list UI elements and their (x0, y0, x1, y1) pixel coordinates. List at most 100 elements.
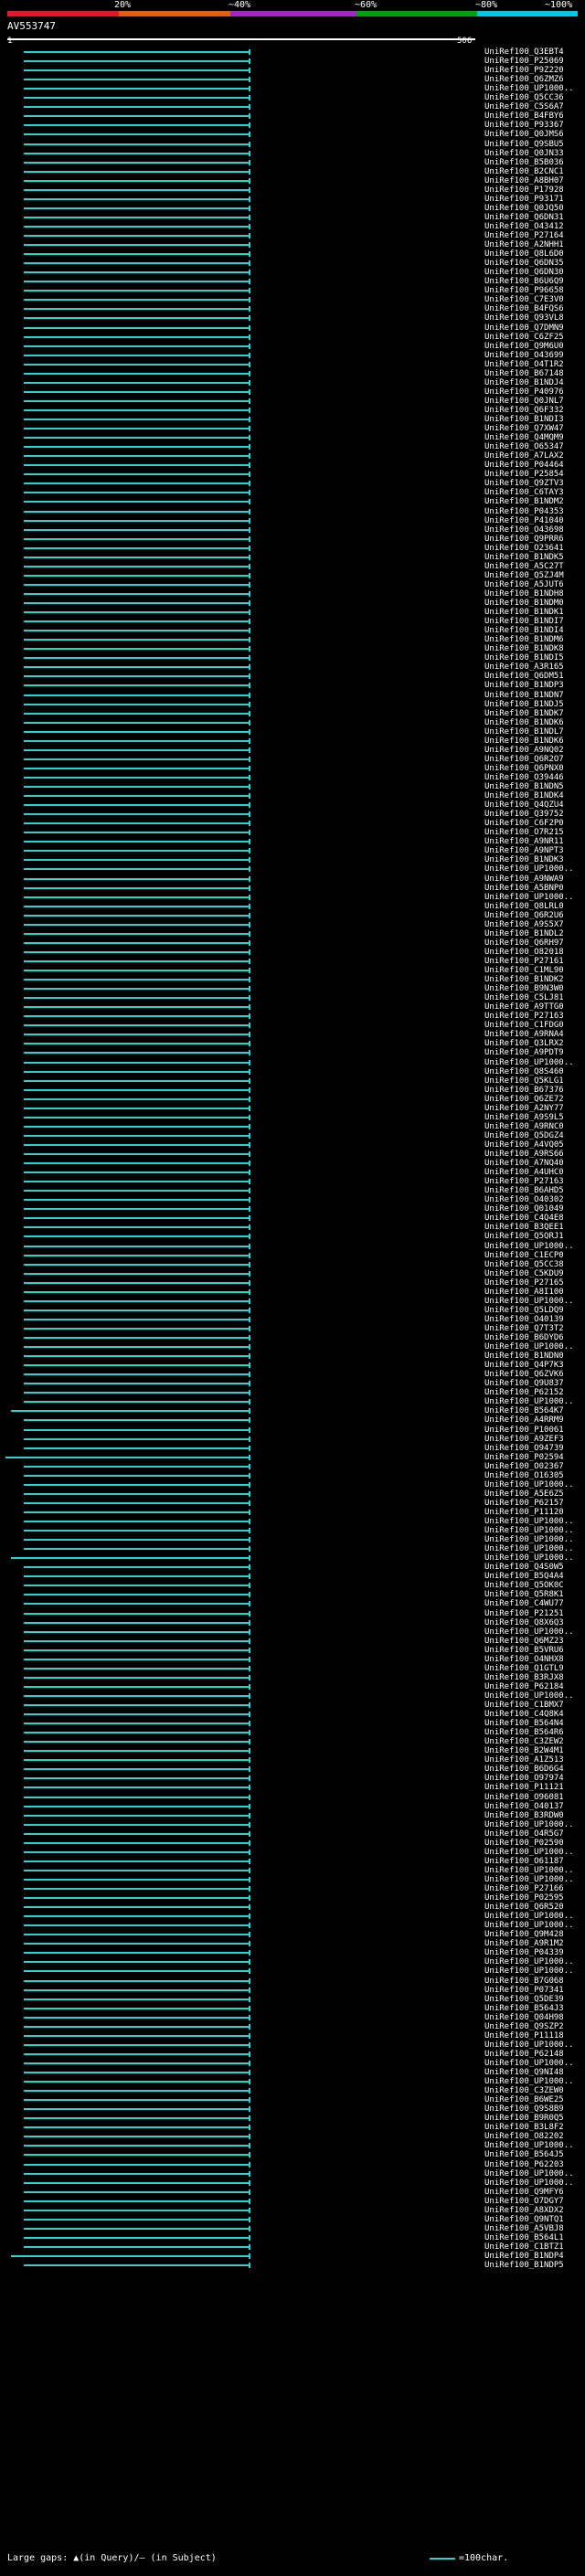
hit-label[interactable]: UniRef100_Q6DN30 (484, 268, 564, 277)
hit-row[interactable]: UniRef100_B9N3W0 (0, 984, 585, 993)
hit-label[interactable]: UniRef100_C3ZEW0 (484, 2086, 564, 2095)
hit-label[interactable]: UniRef100_B564L1 (484, 2233, 564, 2242)
hit-row[interactable]: UniRef100_B1NDL2 (0, 929, 585, 938)
hit-label[interactable]: UniRef100_O02367 (484, 1462, 564, 1471)
hit-label[interactable]: UniRef100_P02590 (484, 1839, 564, 1848)
hit-row[interactable]: UniRef100_Q5LDQ9 (0, 1306, 585, 1315)
hit-row[interactable]: UniRef100_B9R0Q5 (0, 2114, 585, 2123)
hit-row[interactable]: UniRef100_UP1000.. (0, 1912, 585, 1921)
hit-label[interactable]: UniRef100_B1NDI5 (484, 653, 564, 663)
hit-row[interactable]: UniRef100_P27166 (0, 1884, 585, 1893)
hit-row[interactable]: UniRef100_A9RNA4 (0, 1030, 585, 1039)
hit-label[interactable]: UniRef100_B564R6 (484, 1728, 564, 1737)
hit-label[interactable]: UniRef100_B1NDJ4 (484, 378, 564, 387)
hit-label[interactable]: UniRef100_O4T1R2 (484, 360, 564, 369)
hit-row[interactable]: UniRef100_B1NDM2 (0, 497, 585, 506)
hit-row[interactable]: UniRef100_B1NDK6 (0, 737, 585, 746)
hit-row[interactable]: UniRef100_C4Q8K4 (0, 1710, 585, 1719)
hit-row[interactable]: UniRef100_B7G068 (0, 1977, 585, 1986)
hit-label[interactable]: UniRef100_O4R5G7 (484, 1829, 564, 1839)
hit-row[interactable]: UniRef100_Q0JN33 (0, 149, 585, 158)
hit-row[interactable]: UniRef100_A4VQ05 (0, 1140, 585, 1150)
hit-label[interactable]: UniRef100_UP1000.. (484, 1820, 574, 1829)
hit-row[interactable]: UniRef100_B564K7 (0, 1406, 585, 1415)
hit-label[interactable]: UniRef100_A9ZEF3 (484, 1435, 564, 1444)
hit-label[interactable]: UniRef100_B3QEE1 (484, 1223, 564, 1232)
hit-row[interactable]: UniRef100_A9NWA9 (0, 875, 585, 884)
hit-row[interactable]: UniRef100_P02595 (0, 1893, 585, 1903)
hit-row[interactable]: UniRef100_Q8LRL0 (0, 902, 585, 911)
hit-row[interactable]: UniRef100_UP1000.. (0, 2041, 585, 2050)
hit-row[interactable]: UniRef100_UP1000.. (0, 1866, 585, 1875)
hit-label[interactable]: UniRef100_A9RNA4 (484, 1030, 564, 1039)
hit-label[interactable]: UniRef100_B564N4 (484, 1719, 564, 1728)
hit-row[interactable]: UniRef100_A8BH07 (0, 176, 585, 186)
hit-label[interactable]: UniRef100_B1NDN7 (484, 691, 564, 700)
hit-row[interactable]: UniRef100_Q9MFY6 (0, 2188, 585, 2197)
hit-label[interactable]: UniRef100_Q4P7K3 (484, 1361, 564, 1370)
hit-label[interactable]: UniRef100_UP1000.. (484, 864, 574, 874)
hit-label[interactable]: UniRef100_P25854 (484, 470, 564, 479)
hit-row[interactable]: UniRef100_C4Q4E8 (0, 1214, 585, 1223)
hit-row[interactable]: UniRef100_P27161 (0, 957, 585, 966)
hit-label[interactable]: UniRef100_B6WE25 (484, 2095, 564, 2104)
hit-label[interactable]: UniRef100_Q9SZP2 (484, 2022, 564, 2031)
hit-row[interactable]: UniRef100_UP1000.. (0, 1966, 585, 1976)
hit-row[interactable]: UniRef100_UP1000.. (0, 1526, 585, 1535)
hit-row[interactable]: UniRef100_Q9U837 (0, 1379, 585, 1388)
hit-label[interactable]: UniRef100_UP1000.. (484, 1517, 574, 1526)
hit-label[interactable]: UniRef100_B564K7 (484, 1406, 564, 1415)
hit-label[interactable]: UniRef100_Q9S8B9 (484, 2104, 564, 2114)
hit-row[interactable]: UniRef100_B6D6G4 (0, 1765, 585, 1774)
hit-label[interactable]: UniRef100_UP1000.. (484, 84, 574, 93)
hit-row[interactable]: UniRef100_UP1000.. (0, 1517, 585, 1526)
hit-label[interactable]: UniRef100_Q6PNX0 (484, 764, 564, 773)
hit-row[interactable]: UniRef100_A9NQ02 (0, 746, 585, 755)
hit-label[interactable]: UniRef100_Q6ZVK6 (484, 1370, 564, 1379)
hit-label[interactable]: UniRef100_A9NQ02 (484, 746, 564, 755)
hit-label[interactable]: UniRef100_Q7T3T2 (484, 1324, 564, 1333)
hit-row[interactable]: UniRef100_UP1000.. (0, 2059, 585, 2068)
hit-label[interactable]: UniRef100_A9NR11 (484, 837, 564, 846)
hit-row[interactable]: UniRef100_Q7XW47 (0, 424, 585, 433)
hit-row[interactable]: UniRef100_C3ZEW2 (0, 1737, 585, 1746)
hit-label[interactable]: UniRef100_Q7DMN9 (484, 323, 564, 333)
hit-row[interactable]: UniRef100_UP1000.. (0, 2077, 585, 2086)
hit-label[interactable]: UniRef100_UP1000.. (484, 1627, 574, 1637)
hit-row[interactable]: UniRef100_Q6R2U6 (0, 911, 585, 920)
hit-row[interactable]: UniRef100_A4UHC0 (0, 1168, 585, 1177)
hit-label[interactable]: UniRef100_B67148 (484, 369, 564, 378)
hit-row[interactable]: UniRef100_B3L8F2 (0, 2123, 585, 2132)
hit-row[interactable]: UniRef100_Q5OK0C (0, 1581, 585, 1590)
hit-row[interactable]: UniRef100_P25069 (0, 57, 585, 66)
hit-row[interactable]: UniRef100_B1NDK8 (0, 644, 585, 653)
hit-row[interactable]: UniRef100_B1NDI4 (0, 626, 585, 635)
hit-label[interactable]: UniRef100_B1NDM0 (484, 599, 564, 608)
hit-row[interactable]: UniRef100_B564L1 (0, 2233, 585, 2242)
hit-label[interactable]: UniRef100_B9R0Q5 (484, 2114, 564, 2123)
hit-row[interactable]: UniRef100_B1NDP3 (0, 681, 585, 690)
hit-row[interactable]: UniRef100_P02590 (0, 1839, 585, 1848)
hit-row[interactable]: UniRef100_B1NDK3 (0, 855, 585, 864)
hit-row[interactable]: UniRef100_B564R6 (0, 1728, 585, 1737)
hit-row[interactable]: UniRef100_O40137 (0, 1802, 585, 1811)
hit-label[interactable]: UniRef100_Q9M428 (484, 1930, 564, 1939)
hit-label[interactable]: UniRef100_B1NDI4 (484, 626, 564, 635)
hit-row[interactable]: UniRef100_B1NDI3 (0, 415, 585, 424)
hit-row[interactable]: UniRef100_A5E6Z5 (0, 1489, 585, 1499)
hit-label[interactable]: UniRef100_UP1000.. (484, 2178, 574, 2188)
hit-label[interactable]: UniRef100_C7E3V0 (484, 295, 564, 304)
hit-label[interactable]: UniRef100_B1NDM6 (484, 635, 564, 644)
hit-label[interactable]: UniRef100_B4FQS6 (484, 304, 564, 313)
hit-label[interactable]: UniRef100_A9RNC0 (484, 1122, 564, 1131)
hit-row[interactable]: UniRef100_UP1000.. (0, 1875, 585, 1884)
hit-label[interactable]: UniRef100_UP1000.. (484, 1866, 574, 1875)
hit-label[interactable]: UniRef100_B564J5 (484, 2150, 564, 2159)
hit-label[interactable]: UniRef100_UP1000.. (484, 1342, 574, 1352)
hit-label[interactable]: UniRef100_B1NDK7 (484, 709, 564, 718)
hit-label[interactable]: UniRef100_O82202 (484, 2132, 564, 2141)
hit-row[interactable]: UniRef100_C5LJ81 (0, 993, 585, 1002)
hit-label[interactable]: UniRef100_P11121 (484, 1783, 564, 1792)
hit-row[interactable]: UniRef100_B1NDJ5 (0, 700, 585, 709)
hit-label[interactable]: UniRef100_B5Q4A4 (484, 1572, 564, 1581)
